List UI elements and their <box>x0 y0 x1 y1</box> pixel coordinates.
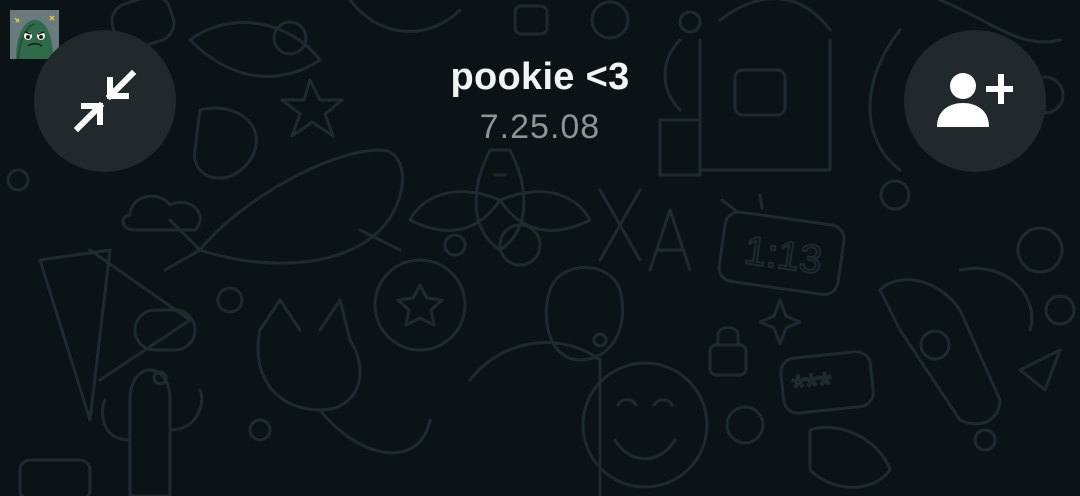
add-person-icon <box>937 73 1013 127</box>
pip-avatar[interactable] <box>10 10 59 59</box>
minimize-call-button[interactable] <box>34 30 176 172</box>
svg-text:***: *** <box>791 365 834 407</box>
call-screen: 1:13 *** pookie <3 7.25.08 <box>0 0 1080 496</box>
svg-text:1:13: 1:13 <box>742 228 825 282</box>
add-participant-button[interactable] <box>904 30 1046 172</box>
cactus-avatar-icon <box>10 10 59 59</box>
contact-name: pookie <3 <box>450 56 630 98</box>
call-status-text: 7.25.08 <box>479 108 601 146</box>
minimize-icon <box>73 69 137 133</box>
